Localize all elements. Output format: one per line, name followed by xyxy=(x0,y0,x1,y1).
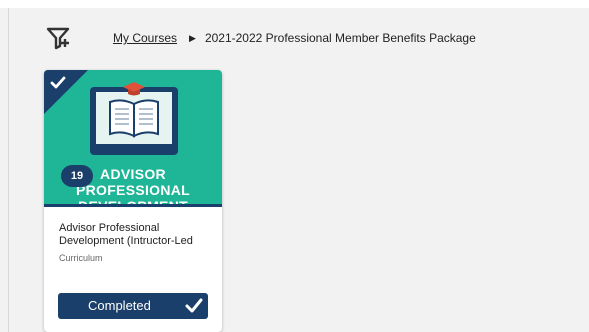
checkmark-icon xyxy=(185,298,203,313)
banner-stripe xyxy=(44,204,222,207)
course-card[interactable]: ADVISOR PROFESSIONAL DEVELOPMENT 19 Advi… xyxy=(44,70,222,332)
breadcrumb-current: 2021-2022 Professional Member Benefits P… xyxy=(204,31,476,45)
item-count-badge: 19 xyxy=(61,165,93,187)
top-bar xyxy=(0,0,589,8)
completed-status-button[interactable]: Completed xyxy=(58,293,208,319)
status-label: Completed xyxy=(88,298,151,313)
course-type-label: Curriculum xyxy=(59,253,103,263)
breadcrumb-my-courses-link[interactable]: My Courses xyxy=(113,31,177,45)
breadcrumb: My Courses ▶ 2021-2022 Professional Memb… xyxy=(113,31,476,45)
content-divider xyxy=(8,8,9,332)
filter-add-icon[interactable] xyxy=(46,26,72,50)
checkmark-icon xyxy=(50,76,66,89)
graduation-cap-icon xyxy=(123,82,145,96)
course-banner: ADVISOR PROFESSIONAL DEVELOPMENT 19 xyxy=(44,70,222,205)
course-title[interactable]: Advisor Professional Development (Intruc… xyxy=(59,222,209,248)
open-book-icon xyxy=(109,99,159,138)
breadcrumb-separator-icon: ▶ xyxy=(189,32,196,43)
